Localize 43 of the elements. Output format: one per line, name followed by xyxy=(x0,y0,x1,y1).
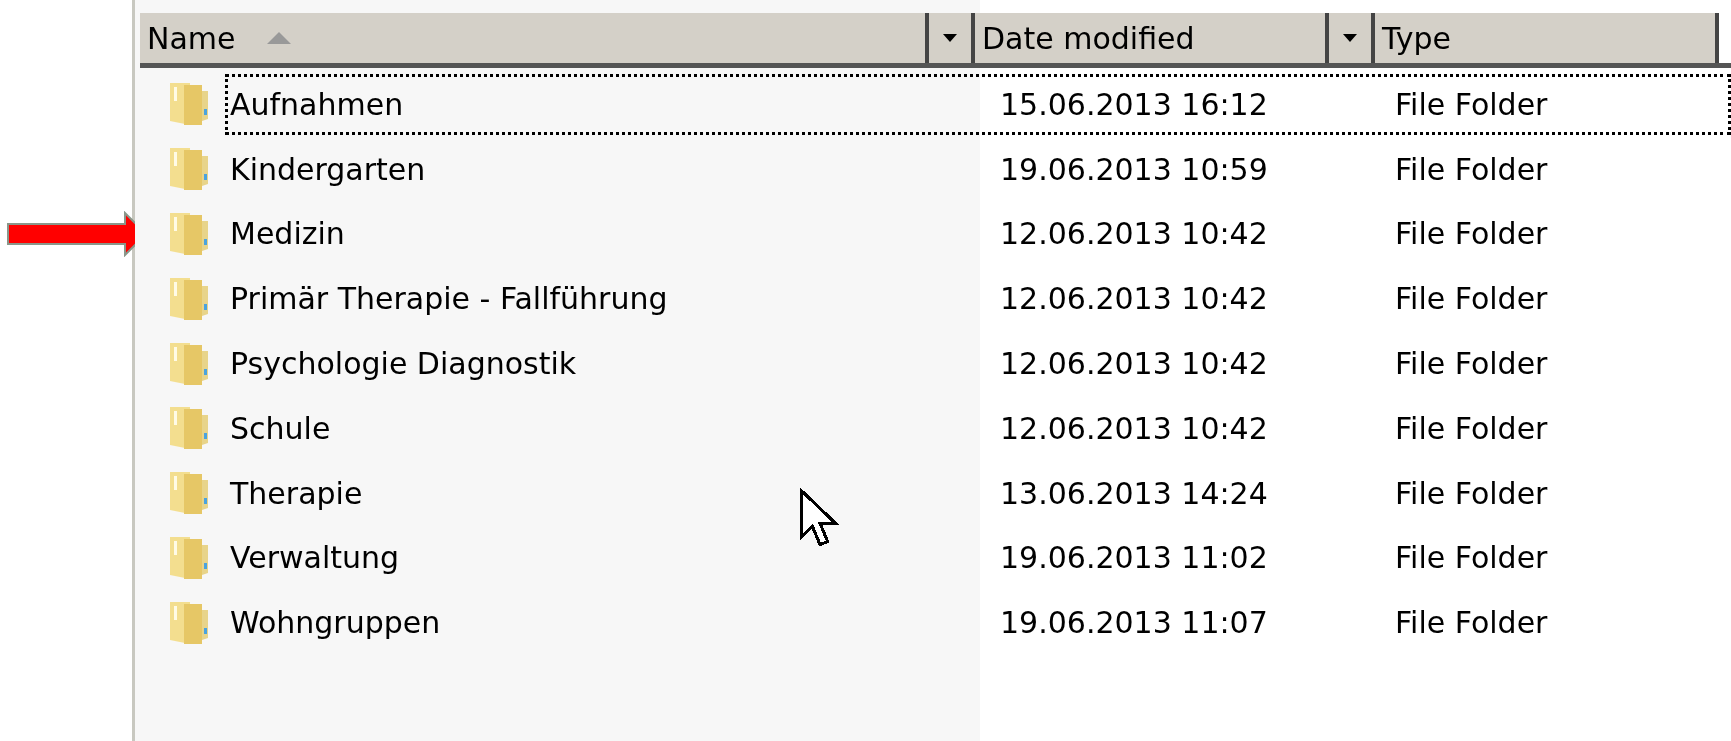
date-modified: 12.06.2013 10:42 xyxy=(1000,409,1269,448)
file-name[interactable]: Kindergarten xyxy=(230,146,1000,192)
file-name[interactable]: Wohngruppen xyxy=(230,600,1000,646)
file-name[interactable]: Therapie xyxy=(230,470,1000,516)
file-name[interactable]: Aufnahmen xyxy=(230,81,1000,127)
caret-icon xyxy=(1343,34,1357,42)
folder-icon xyxy=(168,470,210,517)
file-type: File Folder xyxy=(1395,85,1548,124)
file-type: File Folder xyxy=(1395,539,1548,578)
date-modified: 12.06.2013 10:42 xyxy=(1000,215,1269,254)
dropdown-button[interactable] xyxy=(929,13,971,63)
column-header[interactable]: Name xyxy=(140,13,925,63)
file-type: File Folder xyxy=(1395,474,1548,513)
caret-icon xyxy=(943,34,957,42)
folder-icon xyxy=(168,534,210,581)
file-type: File Folder xyxy=(1395,604,1548,643)
folder-icon xyxy=(168,275,210,322)
date-modified: 19.06.2013 10:59 xyxy=(1000,150,1269,189)
date-modified: 19.06.2013 11:02 xyxy=(1000,539,1269,578)
folder-icon xyxy=(168,211,210,257)
date-modified: 19.06.2013 11:07 xyxy=(1000,604,1269,643)
file-type: File Folder xyxy=(1395,280,1548,319)
file-name[interactable]: Verwaltung xyxy=(230,535,1000,581)
file-type: File Folder xyxy=(1395,215,1548,254)
file-type: File Folder xyxy=(1395,409,1548,448)
date-modified: 12.06.2013 10:42 xyxy=(1000,280,1269,319)
file-name[interactable]: Medizin xyxy=(230,211,1000,257)
folder-icon xyxy=(168,599,210,646)
column-header[interactable]: Type xyxy=(1375,13,1715,63)
file-name[interactable]: Psychologie Diagnostik xyxy=(230,341,1000,387)
folder-icon xyxy=(168,81,210,128)
file-name[interactable]: Schule xyxy=(230,405,1000,451)
column-header[interactable]: Date modified xyxy=(975,13,1325,63)
date-modified: 13.06.2013 14:24 xyxy=(1000,474,1269,513)
file-name[interactable]: Primär Therapie - Fallführung xyxy=(230,276,1000,322)
folder-icon xyxy=(168,405,210,452)
file-type: File Folder xyxy=(1395,150,1548,189)
folder-icon xyxy=(168,146,210,193)
file-type: File Folder xyxy=(1395,345,1548,384)
date-modified: 12.06.2013 10:42 xyxy=(1000,345,1269,384)
date-modified: 15.06.2013 16:12 xyxy=(1000,85,1269,124)
dropdown-button[interactable] xyxy=(1329,13,1371,63)
folder-icon xyxy=(168,340,210,387)
